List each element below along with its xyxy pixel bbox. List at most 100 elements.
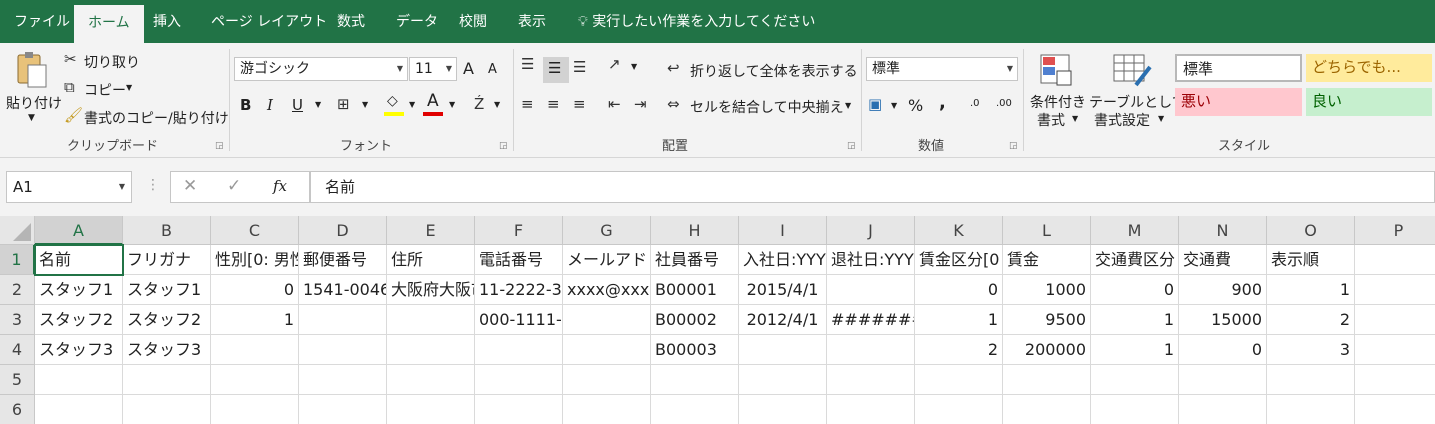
grow-font-button[interactable]: A [463,59,474,78]
font-color-dropdown-arrow[interactable]: ▼ [449,100,455,109]
cell[interactable]: B00003 [651,335,739,365]
worksheet-grid[interactable]: ABCDEFGHIJKLMNOP 1 名前 フリガナ 性別[0: 男性 郵便番号 住所 電話… [0,216,1435,424]
row-header[interactable]: 5 [0,365,35,395]
cell[interactable] [651,365,739,395]
column-header[interactable]: G [563,216,651,245]
cell[interactable] [387,335,475,365]
cell[interactable]: 2012/4/1 [739,305,827,335]
conditional-formatting-line2[interactable]: 書式 [1037,110,1065,130]
orientation-icon[interactable]: ↗ [608,55,621,73]
number-launcher-icon[interactable]: ◲ [1009,141,1018,151]
cell[interactable]: 1 [915,305,1003,335]
cell[interactable] [915,395,1003,424]
bold-button[interactable]: B [240,96,251,114]
cell[interactable]: 1 [211,305,299,335]
column-header[interactable]: F [475,216,563,245]
row-header[interactable]: 1 [0,245,35,275]
wrap-text-button[interactable]: 折り返して全体を表示する [690,61,858,81]
cell[interactable] [739,365,827,395]
underline-dropdown-arrow[interactable]: ▼ [315,100,321,109]
column-header[interactable]: D [299,216,387,245]
cell[interactable]: 0 [1179,335,1267,365]
cell[interactable]: 2 [1267,305,1355,335]
font-size-select[interactable]: 11 ▼ [409,57,457,81]
cell[interactable] [1355,365,1435,395]
cell[interactable]: スタッフ2 [35,305,123,335]
cell[interactable]: 1 [1091,335,1179,365]
column-header[interactable]: J [827,216,915,245]
cell[interactable]: 住所 [387,245,475,275]
cell[interactable] [387,305,475,335]
row-header[interactable]: 3 [0,305,35,335]
cell[interactable]: 社員番号 [651,245,739,275]
cut-button[interactable]: 切り取り [84,52,140,72]
italic-button[interactable]: I [267,96,273,114]
column-header[interactable]: K [915,216,1003,245]
cell[interactable]: 賃金区分[0 [915,245,1003,275]
align-center-icon[interactable]: ≡ [547,95,560,113]
cell[interactable] [1355,275,1435,305]
cell[interactable]: スタッフ3 [123,335,211,365]
font-color-icon[interactable]: A [423,91,445,117]
cell[interactable]: 15000 [1179,305,1267,335]
orientation-dropdown-arrow[interactable]: ▼ [631,62,637,71]
column-header[interactable]: E [387,216,475,245]
format-painter-button[interactable]: 書式のコピー/貼り付け [84,108,229,128]
formula-bar-grip-icon[interactable]: ⋮ [146,177,160,193]
insert-function-icon[interactable]: fx [273,177,287,195]
underline-button[interactable]: U [292,96,303,114]
column-header[interactable]: N [1179,216,1267,245]
tell-me-box[interactable]: 💡︎ 実行したい作業を入力してください [578,0,815,43]
shrink-font-button[interactable]: A [488,62,497,77]
cell[interactable] [1267,395,1355,424]
cell[interactable] [827,275,915,305]
fill-color-icon[interactable]: ◇ [384,93,406,117]
cell[interactable]: 1 [1091,305,1179,335]
row-header[interactable]: 6 [0,395,35,424]
cell[interactable] [827,335,915,365]
style-good[interactable]: 良い [1306,88,1432,116]
cell[interactable] [563,395,651,424]
increase-decimal-icon[interactable]: .0 [970,98,980,109]
cell[interactable]: B00001 [651,275,739,305]
paste-icon[interactable] [14,51,50,89]
align-top-icon[interactable]: ☰ [521,55,534,73]
cell[interactable] [563,335,651,365]
cell[interactable]: 2 [915,335,1003,365]
tab-page-layout[interactable]: ページ レイアウト [211,0,327,43]
cell[interactable] [475,395,563,424]
cell[interactable] [915,365,1003,395]
style-normal[interactable]: 標準 [1175,54,1302,82]
format-as-table-line2[interactable]: 書式設定 [1094,110,1150,130]
cell[interactable]: 退社日:YYYY [827,245,915,275]
format-as-table-line1[interactable]: テーブルとして [1089,92,1186,112]
column-header[interactable]: B [123,216,211,245]
cell[interactable]: 性別[0: 男性 [211,245,299,275]
style-neutral[interactable]: どちらでも... [1306,54,1432,82]
cell[interactable] [211,395,299,424]
cell[interactable]: 入社日:YYYY [739,245,827,275]
cell[interactable]: xxxx@xxx.jp [563,275,651,305]
name-box[interactable]: A1 ▼ [6,171,132,203]
tab-home[interactable]: ホーム [74,5,144,43]
cell[interactable]: 郵便番号 [299,245,387,275]
cell[interactable]: 000-1111-2222 [475,305,563,335]
cell[interactable]: スタッフ3 [35,335,123,365]
alignment-launcher-icon[interactable]: ◲ [847,141,856,151]
percent-style-button[interactable]: % [908,96,923,115]
borders-icon[interactable]: ⊞ [337,95,350,113]
cell[interactable] [299,335,387,365]
enter-icon[interactable]: ✓ [227,176,241,196]
cell[interactable]: 名前 [34,244,124,276]
cell[interactable] [211,335,299,365]
tab-file[interactable]: ファイル [14,0,70,43]
row-header[interactable]: 4 [0,335,35,365]
cell[interactable]: 0 [915,275,1003,305]
cell[interactable] [1267,365,1355,395]
paste-button[interactable]: 貼り付け [6,93,62,113]
cell[interactable]: 200000 [1003,335,1091,365]
conditional-formatting-dropdown-arrow[interactable]: ▼ [1072,114,1078,123]
name-box-dropdown-arrow[interactable]: ▼ [119,172,125,202]
cell[interactable] [299,365,387,395]
tab-insert[interactable]: 挿入 [153,0,181,43]
